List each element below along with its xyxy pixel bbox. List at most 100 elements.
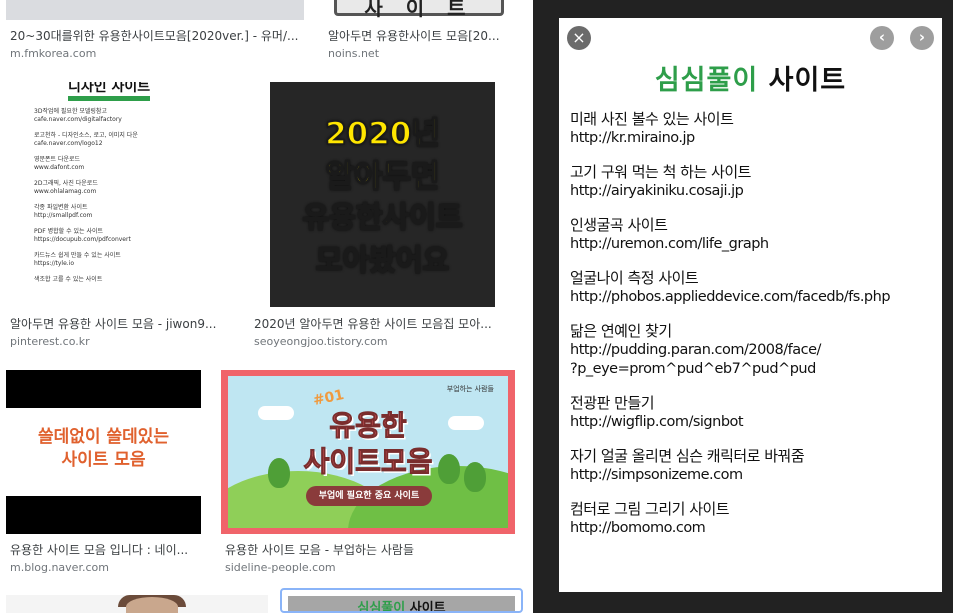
thumbnail-site-item: 각종 파일변환 사이트 http://smallpdf.com	[34, 204, 138, 220]
site-name: 고기 구워 먹는 척 하는 사이트	[570, 163, 751, 181]
site-entry: 얼굴나이 측정 사이트 http://phobos.applieddevice.…	[570, 269, 940, 307]
result-caption[interactable]: 유용한 사이트 모음 - 부업하는 사람들 sideline-people.co…	[225, 542, 515, 575]
site-url: http://pudding.paran.com/2008/face/	[570, 342, 821, 358]
thumbnail-text-band: 쓸데없이 쓸데있는 사이트 모음	[6, 408, 201, 496]
result-title[interactable]: 2020년 알아두면 유용한 사이트 모음집 모아...	[254, 316, 512, 332]
thumbnail-site-item: 카드뉴스 쉽게 만들 수 있는 사이트 https://tyle.io	[34, 252, 138, 268]
thumbnail-text-line: 쓸데없이 쓸데있는	[37, 427, 170, 447]
site-url: http://wigflip.com/signbot	[570, 414, 744, 430]
thumbnail-text-line: 유용한사이트	[302, 199, 464, 235]
site-entry: 닮은 연예인 찾기 http://pudding.paran.com/2008/…	[570, 322, 940, 379]
site-url: http://bomomo.com	[570, 520, 706, 536]
preview-title: 심심풀이 사이트	[559, 58, 942, 97]
image-results-grid: 사 이 트 20~30대를위한 유용한사이트모음[2020ver.] - 유머/…	[0, 0, 533, 613]
preview-title-green: 심심풀이	[654, 65, 759, 96]
thumbnail-site-url: cafe.naver.com/digitalfactory	[34, 116, 122, 123]
thumbnail-dark-panel: 2020년 알아두면 유용한사이트 모아봤어요	[270, 82, 495, 307]
thumbnail-text-line: 유용한	[329, 409, 407, 443]
preview-pane: × ‹ › 심심풀이 사이트 미래 사진 볼수 있는 사이트 http://kr…	[533, 0, 953, 613]
result-title[interactable]: 20~30대를위한 유용한사이트모음[2020ver.] - 유머/...	[10, 28, 302, 44]
thumbnail-text-line: 사이트모음	[303, 445, 433, 479]
thumbnail-site-url: cafe.naver.com/logo12	[34, 140, 103, 147]
result-caption[interactable]: 유용한 사이트 모음 입니다 : 네이... m.blog.naver.com	[10, 542, 202, 575]
thumbnail-heading: 심심풀이 사이트	[288, 597, 515, 613]
person-photo	[126, 597, 178, 613]
result-thumbnail[interactable]	[6, 0, 304, 20]
site-url: http://phobos.applieddevice.com/facedb/f…	[570, 289, 891, 305]
thumbnail-pill: 부업에 필요한 중요 사이트	[306, 486, 432, 506]
thumbnail-site-name: 각종 파일변환 사이트	[34, 204, 88, 211]
thumbnail-site-item: 2D그래픽, 사진 다운로드 www.ohlalamag.com	[34, 180, 138, 196]
result-thumbnail[interactable]: 부업하는 사람들 #01 유용한 사이트모음 부업에 필요한 중요 사이트	[221, 370, 515, 534]
site-entry: 자기 얼굴 올리면 심슨 캐릭터로 바꿔줌 http://simpsonizem…	[570, 447, 940, 485]
site-url: http://airyakiniku.cosaji.jp	[570, 183, 744, 199]
result-caption[interactable]: 알아두면 유용한사이트 모음[20... noins.net	[328, 28, 514, 61]
thumbnail-site-name: 로고천하 - 디자인소스, 로고, 이미지 다운	[34, 132, 138, 139]
result-thumbnail[interactable]: 2020년 알아두면 유용한사이트 모아봤어요	[250, 82, 515, 307]
thumbnail-site-name: 3D작업에 필요한 모델링참고	[34, 108, 107, 115]
thumbnail-heading-black: 사이트	[409, 601, 446, 613]
result-title[interactable]: 알아두면 유용한사이트 모음[20...	[328, 28, 514, 44]
result-caption[interactable]: 20~30대를위한 유용한사이트모음[2020ver.] - 유머/... m.…	[10, 28, 302, 61]
thumbnail-site-name: 2D그래픽, 사진 다운로드	[34, 180, 98, 187]
result-title[interactable]: 유용한 사이트 모음 - 부업하는 사람들	[225, 542, 515, 558]
site-name: 얼굴나이 측정 사이트	[570, 269, 699, 287]
thumbnail-site-item: 로고천하 - 디자인소스, 로고, 이미지 다운 cafe.naver.com/l…	[34, 132, 138, 148]
site-name: 닮은 연예인 찾기	[570, 322, 672, 340]
result-source: m.fmkorea.com	[10, 47, 97, 60]
chevron-right-icon[interactable]: ›	[910, 26, 934, 50]
thumbnail-heading: 디자인 사이트	[68, 82, 151, 101]
site-name: 자기 얼굴 올리면 심슨 캐릭터로 바꿔줌	[570, 447, 805, 465]
site-url: http://kr.miraino.jp	[570, 130, 695, 146]
thumbnail-tag: 부업하는 사람들	[446, 385, 494, 393]
result-thumbnail[interactable]: 쓸데없이 쓸데있는 사이트 모음	[6, 370, 201, 534]
chevron-left-icon[interactable]: ‹	[870, 26, 894, 50]
result-thumbnail[interactable]	[6, 595, 268, 613]
thumbnail-site-url: www.ohlalamag.com	[34, 188, 97, 195]
site-url-continued: ?p_eye=prom^pud^eb7^pud^pud	[570, 361, 816, 377]
thumbnail-preview: 심심풀이 사이트	[288, 596, 515, 613]
site-name: 전광판 만들기	[570, 394, 655, 412]
thumbnail-site-name: PDF 병합할 수 있는 사이트	[34, 228, 103, 235]
result-source: sideline-people.com	[225, 561, 336, 574]
result-source: m.blog.naver.com	[10, 561, 109, 574]
thumbnail-sign-text: 사 이 트	[334, 0, 504, 20]
site-entry: 미래 사진 볼수 있는 사이트 http://kr.miraino.jp	[570, 110, 940, 148]
result-caption[interactable]: 알아두면 유용한 사이트 모음 - jiwon9... pinterest.co…	[10, 316, 228, 349]
preview-image[interactable]: × ‹ › 심심풀이 사이트 미래 사진 볼수 있는 사이트 http://kr…	[559, 18, 942, 592]
thumbnail-text-line: 모아봤어요	[315, 242, 450, 278]
result-thumbnail-selected[interactable]: 심심풀이 사이트	[280, 588, 523, 613]
thumbnail-heading-green: 심심풀이	[357, 601, 406, 613]
thumbnail-site-item: 색조합 고를 수 있는 사이트	[34, 276, 138, 284]
thumbnail-illustration: 부업하는 사람들 #01 유용한 사이트모음 부업에 필요한 중요 사이트	[228, 376, 508, 528]
result-thumbnail[interactable]: 디자인 사이트 3D작업에 필요한 모델링참고 cafe.naver.com/di…	[6, 82, 230, 307]
site-url: http://simpsonizeme.com	[570, 467, 743, 483]
preview-site-list: 미래 사진 볼수 있는 사이트 http://kr.miraino.jp 고기 …	[570, 110, 940, 553]
thumbnail-site-list: 3D작업에 필요한 모델링참고 cafe.naver.com/digitalfac…	[34, 108, 138, 292]
site-entry: 고기 구워 먹는 척 하는 사이트 http://airyakiniku.cos…	[570, 163, 940, 201]
thumbnail-site-name: 색조합 고를 수 있는 사이트	[34, 276, 103, 283]
result-source: pinterest.co.kr	[10, 335, 90, 348]
preview-title-black: 사이트	[768, 65, 847, 96]
result-title[interactable]: 유용한 사이트 모음 입니다 : 네이...	[10, 542, 202, 558]
thumbnail-site-item: 3D작업에 필요한 모델링참고 cafe.naver.com/digitalfac…	[34, 108, 138, 124]
site-url: http://uremon.com/life_graph	[570, 236, 769, 252]
site-name: 인생굴곡 사이트	[570, 216, 668, 234]
result-thumbnail[interactable]: 사 이 트	[324, 0, 515, 20]
result-title[interactable]: 알아두면 유용한 사이트 모음 - jiwon9...	[10, 316, 228, 332]
result-source: noins.net	[328, 47, 380, 60]
close-icon[interactable]: ×	[567, 26, 591, 50]
thumbnail-text-line: 사이트 모음	[61, 450, 146, 470]
thumbnail-site-item: PDF 병합할 수 있는 사이트 https://docupub.com/pdfc…	[34, 228, 138, 244]
site-entry: 전광판 만들기 http://wigflip.com/signbot	[570, 394, 940, 432]
thumbnail-site-url: http://smallpdf.com	[34, 212, 93, 219]
site-entry: 컴터로 그림 그리기 사이트 http://bomomo.com	[570, 500, 940, 538]
thumbnail-site-url: https://docupub.com/pdfconvert	[34, 236, 131, 243]
thumbnail-text-line: 알아두면	[325, 158, 441, 196]
thumbnail-site-name: 카드뉴스 쉽게 만들 수 있는 사이트	[34, 252, 121, 259]
site-name: 미래 사진 볼수 있는 사이트	[570, 110, 734, 128]
thumbnail-site-name: 영문폰트 다운로드	[34, 156, 81, 163]
result-caption[interactable]: 2020년 알아두면 유용한 사이트 모음집 모아... seoyeongjoo…	[254, 316, 512, 349]
site-entry: 인생굴곡 사이트 http://uremon.com/life_graph	[570, 216, 940, 254]
result-source: seoyeongjoo.tistory.com	[254, 335, 388, 348]
